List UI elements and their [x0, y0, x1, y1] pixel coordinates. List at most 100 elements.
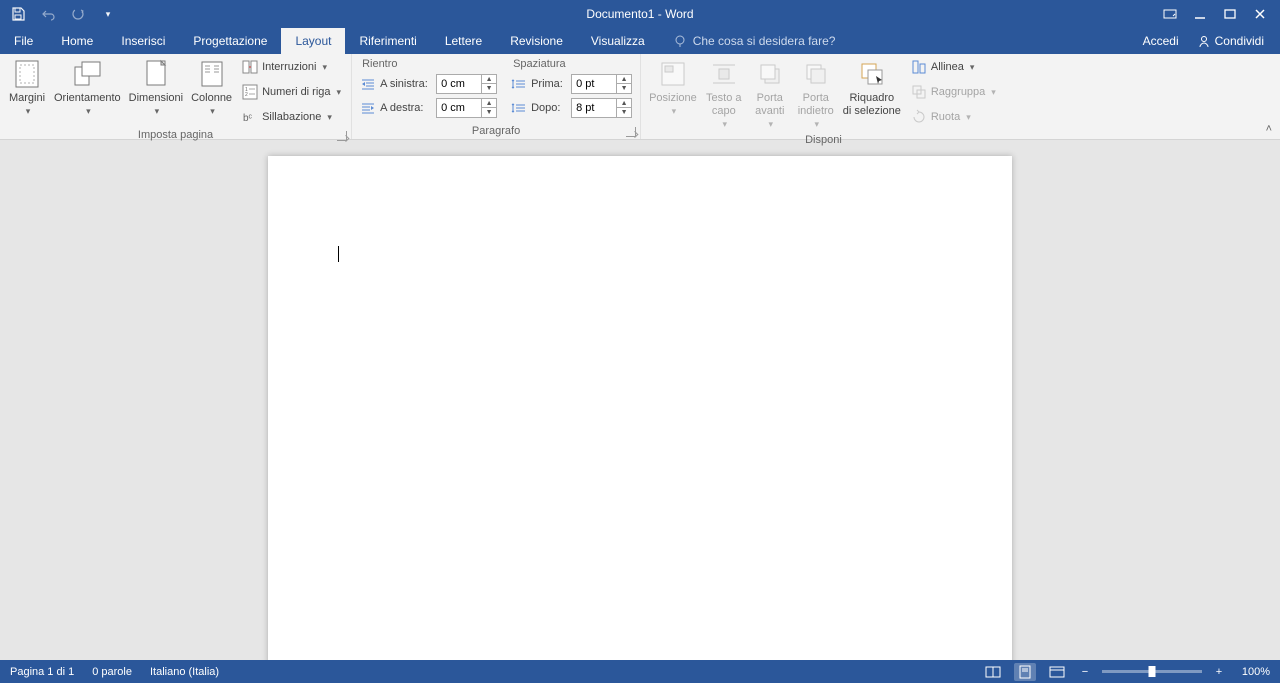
page-setup-launcher[interactable]: [337, 131, 347, 141]
group-label-arrange: Disponi: [805, 134, 842, 146]
indent-right-label: A destra:: [380, 102, 432, 114]
tab-home[interactable]: Home: [47, 28, 107, 54]
spin-down[interactable]: ▼: [617, 108, 631, 117]
tab-progettazione[interactable]: Progettazione: [179, 28, 281, 54]
title-bar: ▾ Documento1 - Word: [0, 0, 1280, 28]
size-button[interactable]: Dimensioni▾: [125, 56, 187, 120]
indent-header: Rientro: [360, 58, 497, 70]
align-icon: [911, 59, 927, 75]
status-page[interactable]: Pagina 1 di 1: [10, 666, 74, 678]
spacing-after-label: Dopo:: [531, 102, 567, 114]
bring-forward-icon: [754, 58, 786, 90]
spacing-before-label: Prima:: [531, 78, 567, 90]
qat-customize-icon[interactable]: ▾: [100, 6, 116, 22]
indent-left-input[interactable]: ▲▼: [436, 74, 497, 94]
tab-riferimenti[interactable]: Riferimenti: [345, 28, 430, 54]
text-cursor: [338, 246, 339, 262]
group-page-setup: Margini▾ Orientamento▾ Dimensioni▾ Colon…: [0, 54, 352, 139]
group-icon: [911, 84, 927, 100]
tab-inserisci[interactable]: Inserisci: [107, 28, 179, 54]
zoom-slider[interactable]: [1102, 670, 1202, 673]
tab-file[interactable]: File: [0, 28, 47, 54]
share-button[interactable]: Condividi: [1193, 34, 1268, 48]
spacing-header: Spaziatura: [511, 58, 632, 70]
read-mode-icon[interactable]: [982, 663, 1004, 681]
selection-pane-button[interactable]: Riquadro di selezione: [839, 56, 905, 120]
spacing-after-input[interactable]: ▲▼: [571, 98, 632, 118]
margins-button[interactable]: Margini▾: [4, 56, 50, 120]
zoom-thumb[interactable]: [1149, 666, 1156, 677]
ribbon-tabs: File Home Inserisci Progettazione Layout…: [0, 28, 1280, 54]
indent-right-icon: [360, 100, 376, 116]
tab-lettere[interactable]: Lettere: [431, 28, 496, 54]
position-icon: [657, 58, 689, 90]
spin-up[interactable]: ▲: [617, 99, 631, 108]
send-backward-button: Porta indietro▾: [793, 56, 839, 133]
lightbulb-icon: [673, 34, 687, 48]
selection-pane-icon: [856, 58, 888, 90]
quick-access-toolbar: ▾: [0, 6, 116, 22]
hyphenation-icon: bᶜ: [242, 109, 258, 125]
svg-text:2: 2: [245, 92, 248, 98]
sign-in-link[interactable]: Accedi: [1137, 34, 1185, 48]
spacing-after-icon: [511, 100, 527, 116]
document-page[interactable]: [268, 156, 1012, 660]
indent-left-icon: [360, 76, 376, 92]
close-button[interactable]: [1246, 2, 1274, 26]
size-icon: [140, 58, 172, 90]
group-paragraph: Rientro A sinistra: ▲▼ A destra: ▲▼ Spaz…: [352, 54, 641, 139]
status-word-count[interactable]: 0 parole: [92, 666, 132, 678]
hyphenation-button[interactable]: bᶜ Sillabazione▾: [240, 106, 343, 128]
save-icon[interactable]: [10, 6, 26, 22]
redo-icon[interactable]: [70, 6, 86, 22]
margins-icon: [11, 58, 43, 90]
send-backward-icon: [800, 58, 832, 90]
ribbon: Margini▾ Orientamento▾ Dimensioni▾ Colon…: [0, 54, 1280, 140]
print-layout-icon[interactable]: [1014, 663, 1036, 681]
columns-button[interactable]: Colonne▾: [187, 56, 236, 120]
align-button[interactable]: Allinea▾: [909, 56, 998, 78]
indent-right-input[interactable]: ▲▼: [436, 98, 497, 118]
spin-up[interactable]: ▲: [482, 99, 496, 108]
breaks-icon: [242, 59, 258, 75]
tab-visualizza[interactable]: Visualizza: [577, 28, 659, 54]
zoom-out-button[interactable]: −: [1078, 666, 1092, 678]
undo-icon[interactable]: [40, 6, 56, 22]
spin-up[interactable]: ▲: [482, 75, 496, 84]
tell-me-search[interactable]: Che cosa si desidera fare?: [659, 28, 836, 54]
indent-left-label: A sinistra:: [380, 78, 432, 90]
line-numbers-button[interactable]: 12 Numeri di riga▾: [240, 81, 343, 103]
ribbon-display-icon[interactable]: [1156, 2, 1184, 26]
document-workspace[interactable]: [0, 140, 1280, 660]
orientation-icon: [71, 58, 103, 90]
group-button: Raggruppa▾: [909, 81, 998, 103]
paragraph-launcher[interactable]: [626, 127, 636, 137]
spin-down[interactable]: ▼: [482, 108, 496, 117]
tell-me-placeholder: Che cosa si desidera fare?: [693, 34, 836, 48]
maximize-button[interactable]: [1216, 2, 1244, 26]
spin-up[interactable]: ▲: [617, 75, 631, 84]
orientation-button[interactable]: Orientamento▾: [50, 56, 125, 120]
zoom-level[interactable]: 100%: [1236, 666, 1270, 678]
zoom-in-button[interactable]: +: [1212, 666, 1226, 678]
window-controls: [1156, 2, 1280, 26]
web-layout-icon[interactable]: [1046, 663, 1068, 681]
rotate-icon: [911, 109, 927, 125]
spin-down[interactable]: ▼: [617, 84, 631, 93]
group-label-page-setup: Imposta pagina: [138, 129, 213, 141]
spacing-before-input[interactable]: ▲▼: [571, 74, 632, 94]
group-arrange: Posizione▾ Testo a capo▾ Porta avanti▾ P…: [641, 54, 1006, 139]
collapse-ribbon-icon[interactable]: ˄: [1266, 123, 1272, 135]
columns-icon: [196, 58, 228, 90]
line-numbers-icon: 12: [242, 84, 258, 100]
spin-down[interactable]: ▼: [482, 84, 496, 93]
svg-text:bᶜ: bᶜ: [243, 113, 253, 124]
position-button: Posizione▾: [645, 56, 701, 120]
breaks-button[interactable]: Interruzioni▾: [240, 56, 343, 78]
status-bar: Pagina 1 di 1 0 parole Italiano (Italia)…: [0, 660, 1280, 683]
minimize-button[interactable]: [1186, 2, 1214, 26]
spacing-before-icon: [511, 76, 527, 92]
tab-revisione[interactable]: Revisione: [496, 28, 577, 54]
tab-layout[interactable]: Layout: [281, 28, 345, 54]
status-language[interactable]: Italiano (Italia): [150, 666, 219, 678]
